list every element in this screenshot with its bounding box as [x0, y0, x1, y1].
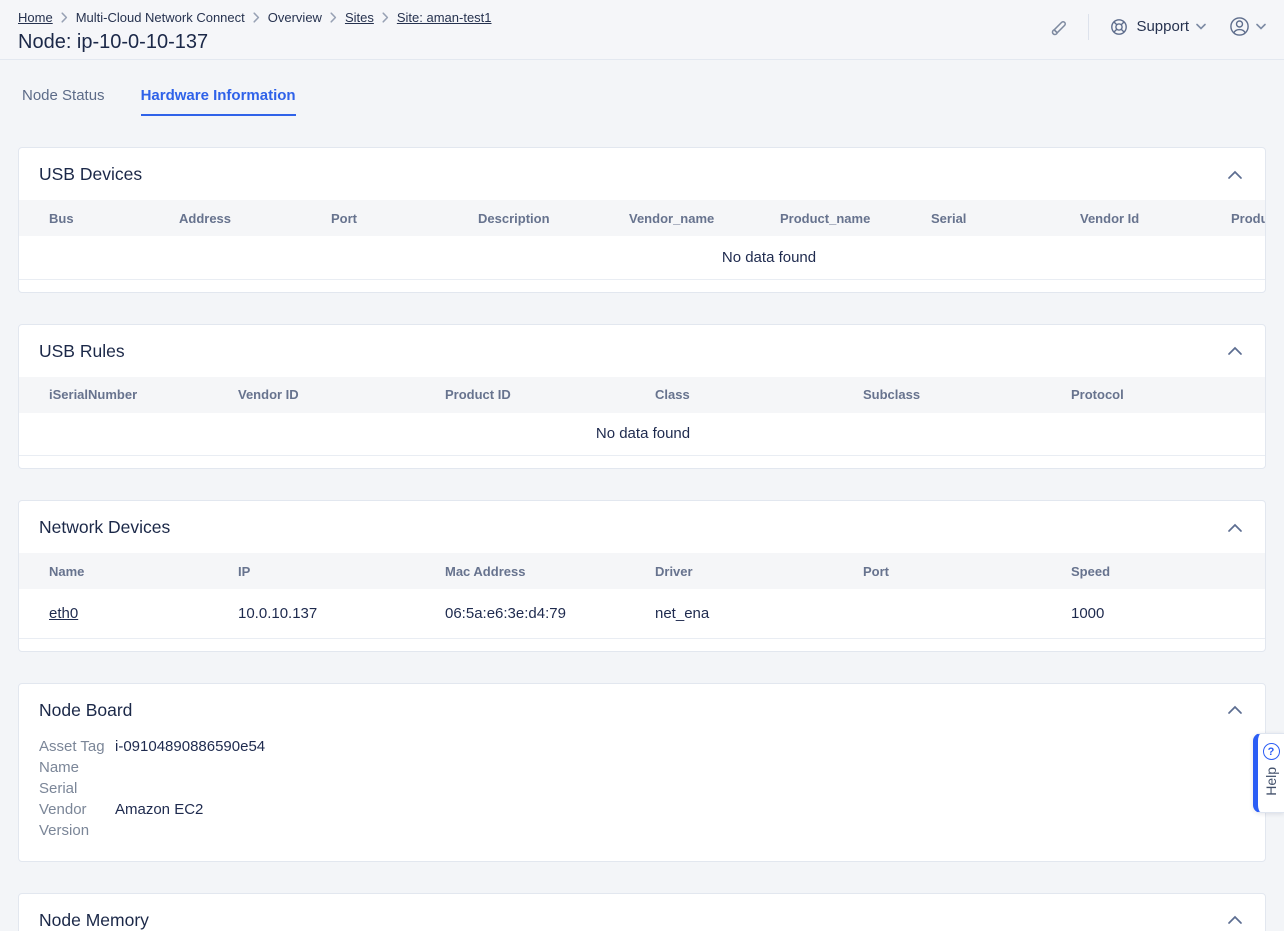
- column-header: Mac Address: [445, 553, 655, 589]
- breadcrumb-chevron-icon: [330, 12, 337, 23]
- card-usb-devices: USB Devices BusAddressPortDescriptionVen…: [18, 147, 1266, 293]
- field-row: Name: [39, 757, 1245, 778]
- field-value: Amazon EC2: [115, 799, 1245, 820]
- field-label: Version: [39, 820, 115, 841]
- column-header: Description: [478, 200, 629, 236]
- field-row: VendorAmazon EC2: [39, 799, 1245, 820]
- collapse-chevron-up-icon[interactable]: [1225, 344, 1245, 358]
- column-header: Name: [19, 553, 238, 589]
- main-content: USB Devices BusAddressPortDescriptionVen…: [0, 147, 1284, 931]
- card-title-node-memory: Node Memory: [39, 910, 149, 931]
- question-circle-icon: ?: [1263, 743, 1280, 760]
- table-cell: net_ena: [655, 589, 863, 638]
- collapse-chevron-up-icon[interactable]: [1225, 913, 1245, 927]
- breadcrumb-item: Overview: [268, 10, 322, 25]
- breadcrumb-item[interactable]: Site: aman-test1: [397, 10, 492, 25]
- card-node-board: Node Board Asset Tagi-09104890886590e54N…: [18, 683, 1266, 862]
- column-header: Product ID: [445, 377, 655, 413]
- table-row: eth0 10.0.10.13706:5a:e6:3e:d4:79net_ena 1…: [19, 589, 1265, 638]
- support-menu[interactable]: Support: [1109, 17, 1206, 37]
- cell-link[interactable]: eth0: [49, 605, 78, 622]
- breadcrumb-item[interactable]: Home: [18, 10, 53, 25]
- tab-node-status[interactable]: Node Status: [22, 85, 105, 116]
- network-devices-table: NameIPMac AddressDriverPortSpeed eth0 10.0…: [19, 553, 1265, 639]
- column-header: Protocol: [1071, 377, 1265, 413]
- column-header: Address: [179, 200, 331, 236]
- support-lifering-icon: [1109, 17, 1129, 37]
- collapse-chevron-up-icon[interactable]: [1225, 521, 1245, 535]
- breadcrumb-chevron-icon: [253, 12, 260, 23]
- field-label: Asset Tag: [39, 736, 115, 757]
- column-header: Class: [655, 377, 863, 413]
- column-header: Speed: [1071, 553, 1265, 589]
- column-header: iSerialNumber: [19, 377, 238, 413]
- column-header: Bus: [19, 200, 179, 236]
- table-cell: 06:5a:e6:3e:d4:79: [445, 589, 655, 638]
- breadcrumb-item[interactable]: Sites: [345, 10, 374, 25]
- breadcrumb-chevron-icon: [382, 12, 389, 23]
- tab-hardware-information[interactable]: Hardware Information: [141, 85, 296, 116]
- usb-devices-table: BusAddressPortDescriptionVendor_nameProd…: [19, 200, 1265, 280]
- column-header: Product_name: [780, 200, 931, 236]
- page-title: Node: ip-10-0-10-137: [18, 31, 492, 54]
- field-label: Vendor: [39, 799, 115, 820]
- help-label: Help: [1263, 767, 1279, 796]
- column-header: Port: [331, 200, 478, 236]
- card-usb-rules: USB Rules iSerialNumberVendor IDProduct …: [18, 324, 1266, 470]
- edit-pen-icon[interactable]: [1046, 16, 1068, 38]
- no-data-message: No data found: [19, 236, 1265, 279]
- field-value: i-09104890886590e54: [115, 736, 1245, 757]
- card-title-usb-devices: USB Devices: [39, 164, 142, 185]
- field-row: Serial: [39, 778, 1245, 799]
- collapse-chevron-up-icon[interactable]: [1225, 168, 1245, 182]
- field-label: Serial: [39, 778, 115, 799]
- card-title-network-devices: Network Devices: [39, 517, 170, 538]
- chevron-down-icon: [1256, 23, 1266, 30]
- column-header: Product Id: [1231, 200, 1265, 236]
- table-cell: eth0: [19, 589, 238, 638]
- field-value: [115, 757, 1245, 778]
- avatar-icon: [1228, 15, 1251, 38]
- card-title-node-board: Node Board: [39, 700, 132, 721]
- table-cell: 1000: [1071, 589, 1265, 638]
- column-header: Port: [863, 553, 1071, 589]
- field-row: Asset Tagi-09104890886590e54: [39, 736, 1245, 757]
- field-value: [115, 778, 1245, 799]
- column-header: Vendor ID: [238, 377, 445, 413]
- column-header: Vendor Id: [1080, 200, 1231, 236]
- table-cell: [863, 589, 1071, 638]
- top-header: Home Multi-Cloud Network Connect Overview S…: [0, 0, 1284, 60]
- help-button[interactable]: ? Help: [1253, 733, 1284, 813]
- column-header: IP: [238, 553, 445, 589]
- field-label: Name: [39, 757, 115, 778]
- breadcrumb: Home Multi-Cloud Network Connect Overview S…: [18, 8, 492, 26]
- column-header: Subclass: [863, 377, 1071, 413]
- breadcrumb-chevron-icon: [61, 12, 68, 23]
- header-divider: [1088, 14, 1089, 40]
- field-row: Version: [39, 820, 1245, 841]
- collapse-chevron-up-icon[interactable]: [1225, 703, 1245, 717]
- no-data-message: No data found: [19, 413, 1265, 456]
- table-cell: 10.0.10.137: [238, 589, 445, 638]
- column-header: Driver: [655, 553, 863, 589]
- card-title-usb-rules: USB Rules: [39, 341, 125, 362]
- chevron-down-icon: [1196, 23, 1206, 30]
- account-menu[interactable]: [1228, 15, 1266, 38]
- usb-rules-table: iSerialNumberVendor IDProduct IDClassSub…: [19, 377, 1265, 457]
- breadcrumb-item: Multi-Cloud Network Connect: [76, 10, 245, 25]
- field-value: [115, 820, 1245, 841]
- column-header: Vendor_name: [629, 200, 780, 236]
- card-node-memory: Node Memory: [18, 893, 1266, 931]
- support-label: Support: [1136, 18, 1189, 35]
- column-header: Serial: [931, 200, 1080, 236]
- node-board-fields: Asset Tagi-09104890886590e54NameSerialVe…: [19, 736, 1265, 861]
- tab-bar: Node Status Hardware Information: [0, 85, 1284, 116]
- card-network-devices: Network Devices NameIPMac AddressDriverP…: [18, 500, 1266, 652]
